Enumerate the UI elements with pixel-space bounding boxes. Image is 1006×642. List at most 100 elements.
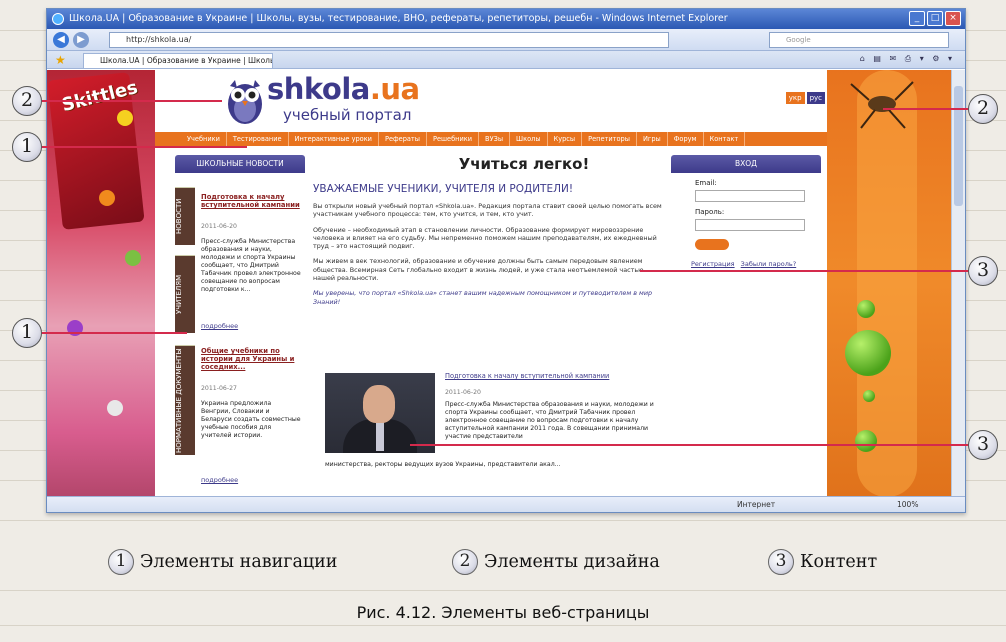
news-column: ШКОЛЬНЫЕ НОВОСТИ НОВОСТИ УЧИТЕЛЯМ НОРМАТ… [175,155,305,495]
featured-title[interactable]: Подготовка к началу вступительной кампан… [445,372,609,380]
figure-legend: 1 Элементы навигации 2 Элементы дизайна … [0,549,1006,579]
status-zone: Интернет [737,500,776,509]
email-label: Email: [695,179,717,187]
vertical-scrollbar[interactable] [951,70,965,497]
callout-line [640,270,968,272]
news-body: Пресс-служба Министерства образования и … [201,238,301,293]
menu-item[interactable]: Решебники [427,132,480,146]
callout-navigation-left: 1 [12,318,42,348]
menu-item[interactable]: Рефераты [379,132,427,146]
menu-item[interactable]: Контакт [704,132,746,146]
close-icon[interactable]: × [945,11,961,26]
back-icon[interactable]: ◀ [53,32,69,48]
news-date: 2011-06-20 [201,223,237,230]
figure-caption: Рис. 4.12. Элементы веб-страницы [356,603,650,622]
news-date: 2011-06-27 [201,385,237,392]
tab-bar: ★ Школа.UA | Образование в Украине | Шко… [47,51,965,69]
search-input[interactable]: Google [769,32,949,48]
news-more-link[interactable]: подробнее [201,322,301,330]
password-field[interactable] [695,219,805,231]
menu-item[interactable]: Тестирование [227,132,289,146]
site-logo[interactable]: shkola.ua [267,72,420,106]
menu-item[interactable]: ВУЗы [479,132,511,146]
news-more-link[interactable]: подробнее [201,476,301,484]
legend-navigation: 1 Элементы навигации [108,549,337,575]
site-tagline: учебный портал [283,106,412,124]
window-title: Школа.UA | Образование в Украине | Школы… [69,13,728,24]
callout-content-top: 3 [968,256,998,286]
email-field[interactable] [695,190,805,202]
menu-item[interactable]: Учебники [181,132,227,146]
featured-news: Подготовка к началу вступительной кампан… [313,372,665,493]
callout-line [42,146,247,148]
menu-item[interactable]: Репетиторы [582,132,637,146]
language-switcher: укр рус [785,92,825,104]
legend-design: 2 Элементы дизайна [452,549,660,575]
window-titlebar: Школа.UA | Образование в Украине | Школы… [47,9,965,29]
intro-paragraph: Вы открыли новый учебный портал «Shkola.… [313,202,662,219]
featured-date: 2011-06-20 [445,389,481,396]
address-input[interactable]: http://shkola.ua/ [109,32,669,48]
intro-paragraph: Мы живем в век технологий, образование и… [313,257,644,283]
callout-line [42,100,222,102]
legend-number: 2 [452,549,478,575]
toolbar-icons[interactable]: ⌂ ▤ ✉ ⎙ ▾ ⚙ ▾ [860,54,955,64]
address-toolbar: ◀ ▶ http://shkola.ua/ Google [47,29,965,51]
side-tab-teachers[interactable]: УЧИТЕЛЯМ [175,255,195,333]
news-title[interactable]: Подготовка к началу вступительной кампан… [201,193,301,209]
menu-item[interactable]: Школы [510,132,548,146]
news-item: Подготовка к началу вступительной кампан… [201,193,301,330]
site-shkola: shkola.ua учебный портал укр рус Учебник… [155,70,827,497]
legend-label: Контент [800,552,878,572]
lang-ukr[interactable]: укр [785,92,805,104]
main-menu: Учебники Тестирование Интерактивные урок… [155,132,827,146]
login-button[interactable] [695,239,729,250]
favorites-star-icon[interactable]: ★ [55,53,66,67]
intro-italic-paragraph: Мы уверены, что портал «Shkola.ua» стане… [313,289,653,306]
register-link[interactable]: Регистрация [691,260,735,268]
intro-paragraph: Обучение – необходимый этап в становлени… [313,225,657,251]
login-column: ВХОД Email: Пароль: Регистрация Забыли п… [671,155,821,268]
browser-window: Школа.UA | Образование в Украине | Школы… [46,8,966,513]
callout-design-left: 2 [12,86,42,116]
login-header: ВХОД [671,155,821,173]
page-viewport: Skittles shkola.ua учебный портал укр ру… [47,70,951,497]
maximize-icon[interactable]: □ [927,11,943,26]
menu-item[interactable]: Интерактивные уроки [289,132,379,146]
callout-line [42,332,187,334]
news-body: Украина предложила Венгрии, Словакии и Б… [201,400,301,439]
news-item: Общие учебники по истории для Украины и … [201,347,301,484]
callout-design-right: 2 [968,94,998,124]
orange-banner[interactable] [827,70,951,497]
callout-line [883,108,968,110]
welcome-subtitle: УВАЖАЕМЫЕ УЧЕНИКИ, УЧИТЕЛЯ И РОДИТЕЛИ! [313,183,574,195]
menu-item[interactable]: Игры [637,132,668,146]
side-tab-news[interactable]: НОВОСТИ [175,187,195,245]
menu-item[interactable]: Форум [668,132,704,146]
welcome-title: Учиться легко! [458,155,590,173]
featured-photo[interactable] [325,373,435,453]
news-title[interactable]: Общие учебники по истории для Украины и … [201,347,301,371]
legend-label: Элементы навигации [140,552,338,572]
news-header[interactable]: ШКОЛЬНЫЕ НОВОСТИ [175,155,305,173]
ie-icon [52,13,64,25]
minimize-icon[interactable]: _ [909,11,925,26]
site-header: shkola.ua учебный портал укр рус [155,70,827,132]
lang-rus[interactable]: рус [806,92,825,104]
side-tab-documents[interactable]: НОРМАТИВНЫЕ ДОКУМЕНТЫ [175,345,195,455]
login-links: Регистрация Забыли пароль? [691,260,821,268]
featured-body-continued: министерства, ректоры ведущих вузов Укра… [325,461,561,468]
forward-icon[interactable]: ▶ [73,32,89,48]
password-label: Пароль: [695,208,725,216]
zoom-level[interactable]: 100% [897,497,918,512]
legend-label: Элементы дизайна [484,552,660,572]
side-tabs: НОВОСТИ УЧИТЕЛЯМ НОРМАТИВНЫЕ ДОКУМЕНТЫ [175,187,195,455]
window-controls: _ □ × [909,11,961,26]
owl-logo-icon[interactable] [225,76,265,126]
callout-navigation-top: 1 [12,132,42,162]
featured-body: Пресс-служба Министерства образования и … [445,401,654,440]
skittles-banner[interactable]: Skittles [47,70,155,497]
tab-shkola[interactable]: Школа.UA | Образование в Украине | Школы… [83,53,273,68]
menu-item[interactable]: Курсы [548,132,583,146]
forgot-password-link[interactable]: Забыли пароль? [741,260,797,268]
